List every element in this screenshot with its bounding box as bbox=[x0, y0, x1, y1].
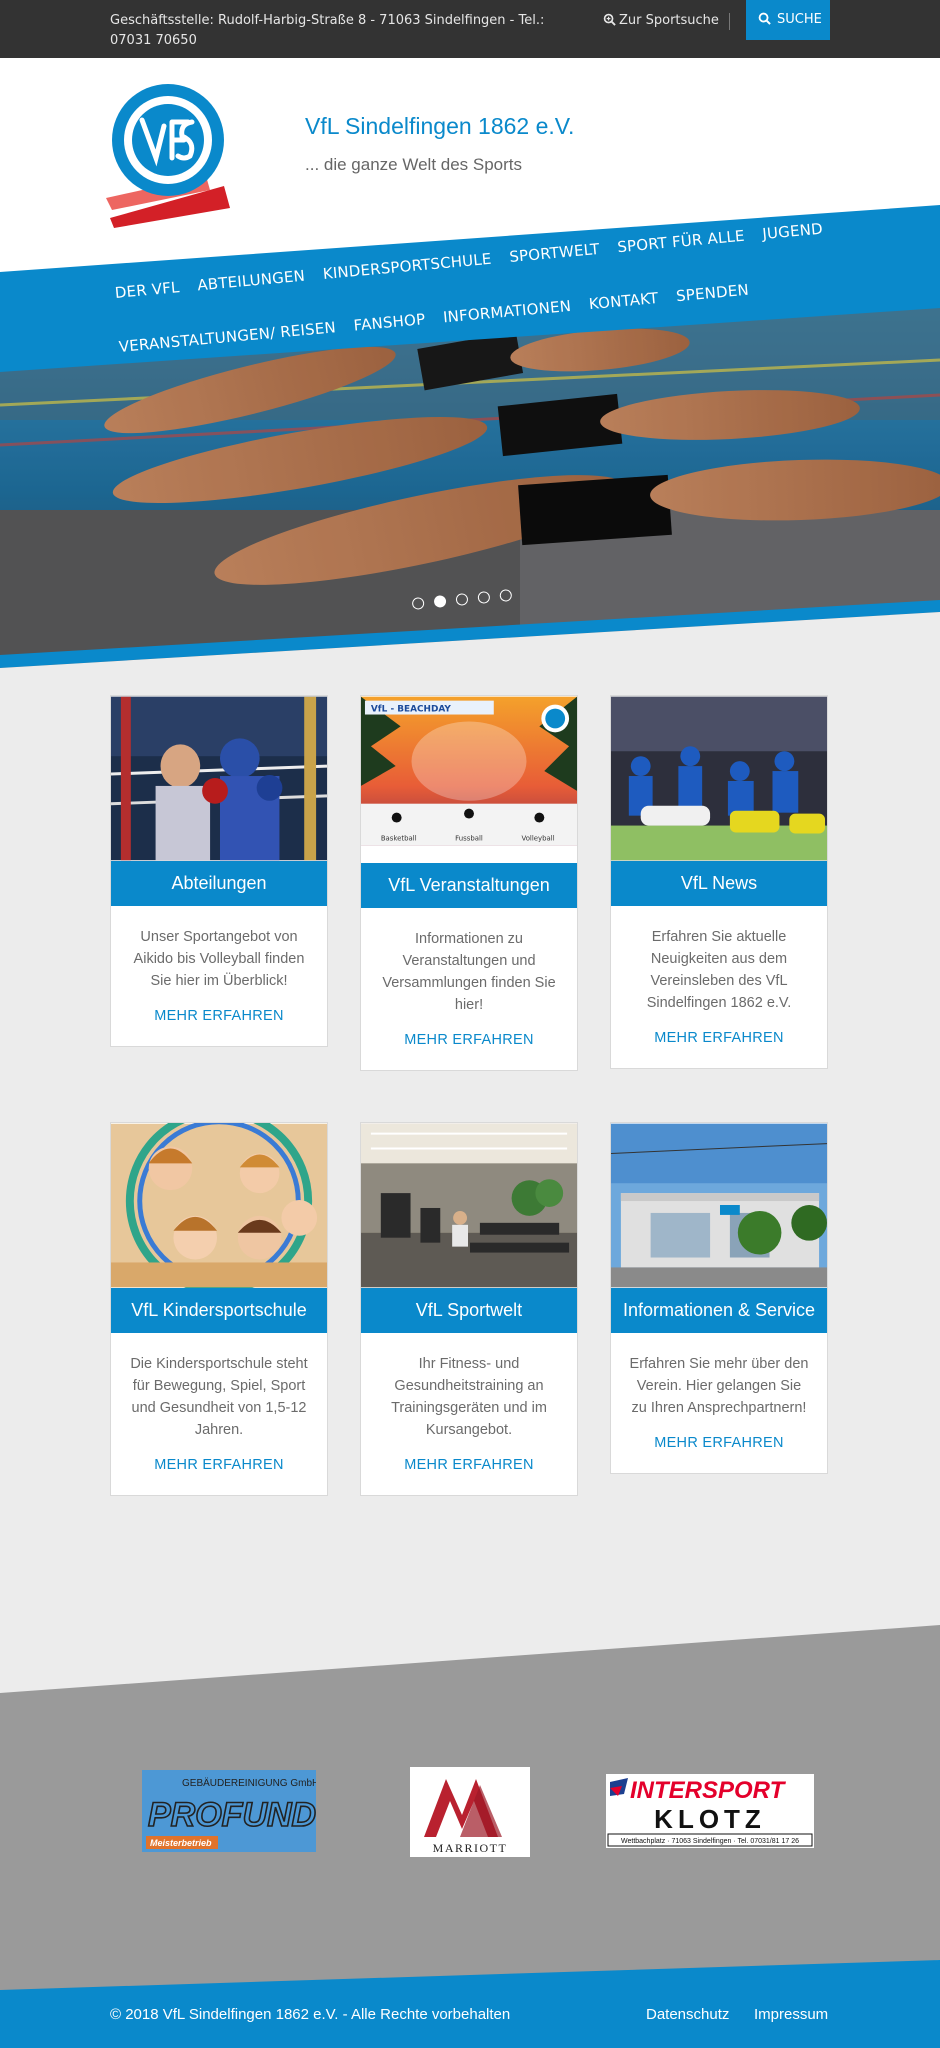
card-informationen-service[interactable]: Informationen & Service Erfahren Sie meh… bbox=[610, 1122, 828, 1474]
nav-der-vfl[interactable]: DER VFL bbox=[114, 278, 180, 302]
footer-impressum-link[interactable]: Impressum bbox=[754, 2006, 828, 2023]
slider-dot-5[interactable] bbox=[499, 588, 513, 602]
card-title: VfL Kindersportschule bbox=[111, 1288, 327, 1333]
card-sportwelt[interactable]: VfL Sportwelt Ihr Fitness- und Gesundhei… bbox=[360, 1122, 578, 1496]
card-veranstaltungen[interactable]: VfL - BEACHDAY Basketball Fussball Volle… bbox=[360, 695, 578, 1071]
more-link[interactable]: MEHR ERFAHREN bbox=[611, 1419, 827, 1473]
footer-copyright: © 2018 VfL Sindelfingen 1862 e.V. - Alle… bbox=[110, 2006, 511, 2023]
profund-name: PROFUND bbox=[148, 1796, 316, 1834]
boxing-image bbox=[111, 696, 327, 861]
sponsor-marriott-logo[interactable]: MARRIOTT bbox=[410, 1767, 530, 1857]
search-icon bbox=[758, 12, 771, 25]
card-description: Erfahren Sie aktuelle Neuigkeiten aus de… bbox=[646, 929, 792, 1011]
search-button-label: SUCHE bbox=[777, 12, 822, 27]
card-abteilungen[interactable]: Abteilungen Unser Sportangebot von Aikid… bbox=[110, 695, 328, 1047]
slider-dot-3[interactable] bbox=[455, 592, 469, 606]
topbar-divider bbox=[729, 13, 730, 30]
intersport-address: Wettbachplatz · 71063 Sindelfingen · Tel… bbox=[621, 1838, 799, 1845]
card-news[interactable]: VfL News Erfahren Sie aktuelle Neuigkeit… bbox=[610, 695, 828, 1069]
kids-hoop-image bbox=[111, 1123, 327, 1288]
site-tagline: ... die ganze Welt des Sports bbox=[305, 155, 523, 174]
sponsor-intersport-logo[interactable]: INTERSPORT KLOTZ Wettbachplatz · 71063 S… bbox=[606, 1774, 814, 1848]
intersport-name: INTERSPORT bbox=[630, 1777, 787, 1804]
slider-dot-1[interactable] bbox=[411, 596, 425, 610]
hero-slider[interactable] bbox=[0, 300, 940, 680]
poster-sport-3: Volleyball bbox=[522, 834, 555, 842]
slider-dot-4[interactable] bbox=[477, 590, 491, 604]
sponsor-profund-logo[interactable]: GEBÄUDEREINIGUNG GmbH PROFUND Meisterbet… bbox=[142, 1770, 316, 1852]
profund-badge: Meisterbetrieb bbox=[150, 1838, 212, 1848]
more-link[interactable]: MEHR ERFAHREN bbox=[361, 1016, 577, 1070]
beachday-poster-image: VfL - BEACHDAY Basketball Fussball Volle… bbox=[361, 696, 577, 846]
card-description: Erfahren Sie mehr über den Verein. Hier … bbox=[629, 1356, 809, 1416]
more-link[interactable]: MEHR ERFAHREN bbox=[361, 1441, 577, 1495]
search-plus-icon bbox=[603, 13, 616, 26]
handball-news-image bbox=[611, 696, 827, 861]
site-title[interactable]: VfL Sindelfingen 1862 e.V. bbox=[305, 113, 574, 140]
card-description: Informationen zu Veranstaltungen und Ver… bbox=[382, 931, 556, 1013]
search-button[interactable]: SUCHE bbox=[746, 0, 830, 40]
intersport-klotz: KLOTZ bbox=[654, 1804, 766, 1834]
card-description: Die Kindersportschule steht für Bewegung… bbox=[130, 1356, 308, 1438]
profund-top-text: GEBÄUDEREINIGUNG GmbH bbox=[182, 1777, 316, 1789]
card-description: Ihr Fitness- und Gesundheitstraining an … bbox=[391, 1356, 547, 1438]
more-link[interactable]: MEHR ERFAHREN bbox=[611, 1014, 827, 1068]
poster-heading: VfL - BEACHDAY bbox=[371, 705, 452, 715]
poster-sport-2: Fussball bbox=[455, 834, 483, 842]
card-title: Abteilungen bbox=[111, 861, 327, 906]
hero-swimmers-image bbox=[0, 300, 940, 680]
card-image-gap bbox=[361, 846, 577, 863]
poster-sport-1: Basketball bbox=[381, 834, 417, 842]
card-description: Unser Sportangebot von Aikido bis Volley… bbox=[133, 929, 305, 989]
vfl-logo[interactable] bbox=[106, 78, 236, 228]
card-title: Informationen & Service bbox=[611, 1288, 827, 1333]
top-bar: Geschäftsstelle: Rudolf-Harbig-Straße 8 … bbox=[0, 0, 940, 58]
card-title: VfL News bbox=[611, 861, 827, 906]
slider-dot-2[interactable] bbox=[433, 594, 447, 608]
footer-datenschutz-link[interactable]: Datenschutz bbox=[646, 2006, 729, 2023]
building-image bbox=[611, 1123, 827, 1288]
sport-search-label: Zur Sportsuche bbox=[619, 13, 719, 28]
more-link[interactable]: MEHR ERFAHREN bbox=[111, 1441, 327, 1495]
card-title: VfL Sportwelt bbox=[361, 1288, 577, 1333]
gym-image bbox=[361, 1123, 577, 1288]
marriott-name: MARRIOTT bbox=[433, 1841, 508, 1855]
card-title: VfL Veranstaltungen bbox=[361, 863, 577, 908]
office-address: Geschäftsstelle: Rudolf-Harbig-Straße 8 … bbox=[110, 13, 545, 48]
sport-search-link[interactable]: Zur Sportsuche bbox=[603, 11, 719, 31]
more-link[interactable]: MEHR ERFAHREN bbox=[111, 992, 327, 1046]
card-kindersportschule[interactable]: VfL Kindersportschule Die Kindersportsch… bbox=[110, 1122, 328, 1496]
